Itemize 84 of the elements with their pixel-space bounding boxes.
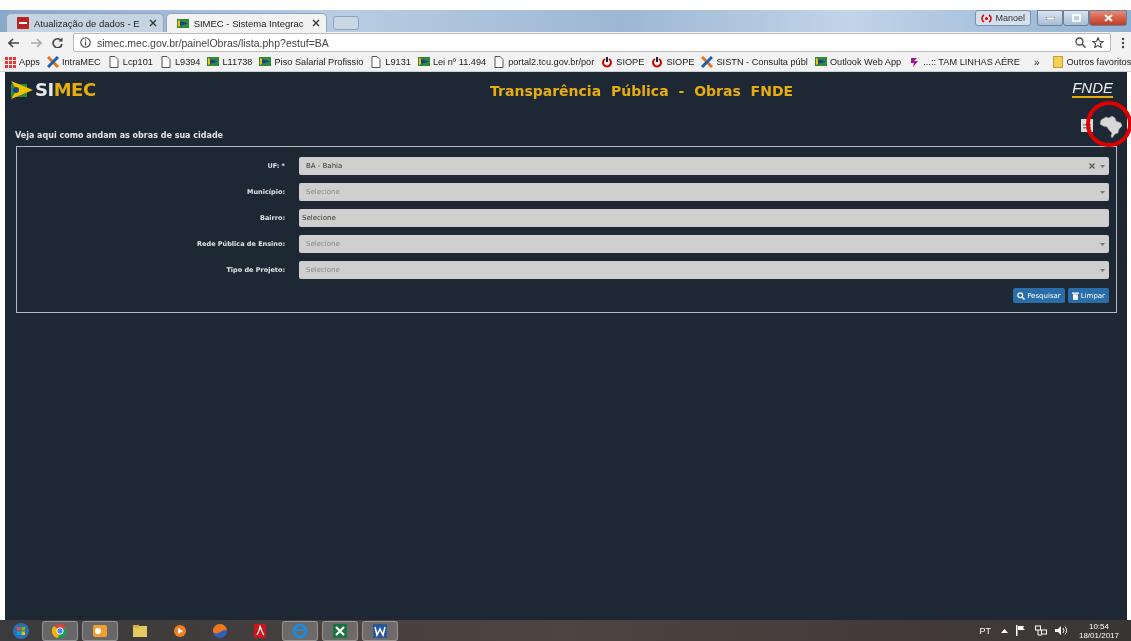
bookmark[interactable]: SISTN - Consulta públ (701, 56, 808, 68)
bookmark[interactable]: portal2.tcu.gov.br/por (493, 56, 595, 68)
caret-icon[interactable] (1100, 242, 1105, 246)
flag-icon (176, 17, 189, 29)
caret-icon[interactable] (1100, 164, 1105, 168)
bookmark[interactable]: L11738 (207, 56, 253, 68)
flag-icon (207, 56, 220, 68)
folder-icon (1053, 56, 1064, 68)
ring-icon (52, 622, 68, 639)
bookmark[interactable]: SIOPE (601, 56, 645, 68)
bookmark[interactable]: Lei nº 11.494 (417, 56, 487, 68)
maximize-button[interactable] (1063, 10, 1089, 26)
menu-icon[interactable] (1121, 36, 1125, 49)
chevron-up-icon[interactable] (1000, 628, 1008, 633)
bookmark[interactable]: Outlook Web App (814, 56, 902, 68)
page-title: Transparência Pública - Obras FNDE (489, 82, 795, 99)
document-icon (252, 622, 268, 639)
network-icon[interactable] (1034, 625, 1047, 636)
play-icon (172, 622, 188, 639)
power-icon (601, 56, 614, 68)
search-icon (1017, 291, 1026, 300)
maximize-icon (1071, 14, 1081, 22)
favicon-icon (17, 17, 29, 29)
bookmark[interactable]: Piso Salarial Profissio (259, 56, 364, 68)
bookmark-folder[interactable]: Outros favoritos (1053, 56, 1131, 68)
clock-time[interactable]: 10:54 (1088, 621, 1109, 631)
cross-icon (46, 56, 59, 68)
brand-logo: FNDE (1072, 79, 1113, 98)
reload-icon[interactable] (52, 37, 63, 48)
address-bar[interactable]: simec.mec.gov.br/painelObras/lista.php?estuf=BA (73, 33, 1111, 52)
logo-text: SIMEC (35, 79, 96, 100)
profile-button[interactable]: Manoel (975, 10, 1031, 26)
close-button[interactable] (1089, 10, 1127, 26)
back-icon[interactable] (8, 37, 20, 48)
bookmark[interactable]: SIOPE (651, 56, 695, 68)
globe-icon (212, 622, 228, 639)
flag-icon (259, 56, 272, 68)
close-icon (1103, 14, 1113, 22)
bookmark[interactable]: L9131 (370, 56, 411, 68)
folder-icon (132, 622, 148, 639)
taskbar-button[interactable] (322, 620, 358, 641)
caret-icon[interactable] (1100, 190, 1105, 194)
bookmark[interactable]: ...:: TAM LINHAS AÉRE (908, 56, 1020, 68)
bookmark[interactable]: Lcp101 (107, 56, 153, 68)
trash-icon (1071, 291, 1079, 300)
language-indicator[interactable]: PT (979, 625, 991, 636)
flag-icon[interactable] (1015, 625, 1027, 636)
flag-icon (417, 56, 430, 68)
taskbar-button[interactable] (82, 620, 118, 641)
spreadsheet-icon (332, 622, 348, 639)
minimize-button[interactable] (1037, 10, 1063, 26)
logo-icon (11, 80, 33, 99)
close-icon[interactable] (312, 19, 321, 27)
star-icon[interactable] (1092, 37, 1104, 48)
info-icon (80, 37, 91, 48)
page-icon (107, 56, 120, 68)
browser-tab[interactable]: SIMEC - Sistema Integrac (165, 13, 328, 32)
caret-icon[interactable] (1100, 268, 1105, 272)
clock-date[interactable]: 18/01/2017 (1078, 630, 1119, 640)
bookmark[interactable]: Apps (4, 56, 40, 68)
page-icon (370, 56, 383, 68)
subtitle: Veja aqui como andam as obras de sua cidade (15, 131, 225, 140)
flag-icon (814, 56, 827, 68)
document-icon (372, 622, 388, 639)
browser-tab[interactable]: Atualização de dados - E (6, 13, 164, 32)
page-icon (493, 56, 506, 68)
start-button[interactable] (10, 620, 32, 641)
zoom-icon[interactable] (1075, 37, 1086, 48)
minimize-icon (1045, 16, 1055, 20)
window-logo-icon (13, 622, 29, 639)
power-icon (651, 56, 664, 68)
close-icon[interactable] (148, 19, 157, 27)
bookmark[interactable]: L9394 (159, 56, 201, 68)
bookmark[interactable]: IntraMEC (46, 56, 101, 68)
clear-icon[interactable] (1089, 163, 1095, 169)
page-icon (159, 56, 172, 68)
profile-icon (981, 13, 993, 23)
overflow-button[interactable]: » (1033, 56, 1040, 68)
speaker-icon[interactable] (1054, 625, 1067, 636)
ring-icon (292, 622, 308, 639)
cross-icon (701, 56, 714, 68)
taskbar-button[interactable] (362, 620, 398, 641)
grid-icon (4, 56, 16, 68)
taskbar-button[interactable] (42, 620, 78, 641)
